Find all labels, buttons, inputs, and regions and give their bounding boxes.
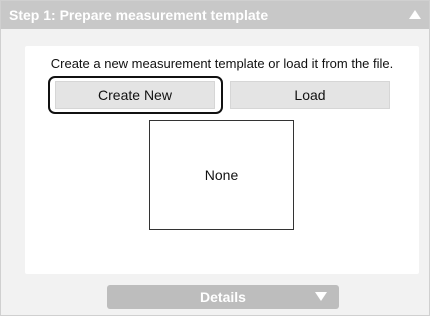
panel-header[interactable]: Step 1: Prepare measurement template [1, 1, 429, 29]
template-preview-box: None [149, 120, 294, 230]
details-button[interactable]: Details [107, 285, 339, 309]
content-card: Create a new measurement template or loa… [25, 46, 419, 274]
instruction-text: Create a new measurement template or loa… [50, 56, 394, 71]
create-new-button[interactable]: Create New [55, 81, 215, 109]
preview-text: None [204, 167, 239, 183]
expand-triangle-down-icon [315, 292, 327, 301]
panel-title: Step 1: Prepare measurement template [9, 7, 269, 23]
load-button[interactable]: Load [230, 81, 390, 109]
details-label: Details [200, 289, 246, 305]
collapse-triangle-up-icon[interactable] [409, 10, 421, 19]
step1-panel: Step 1: Prepare measurement template Cre… [0, 0, 430, 316]
